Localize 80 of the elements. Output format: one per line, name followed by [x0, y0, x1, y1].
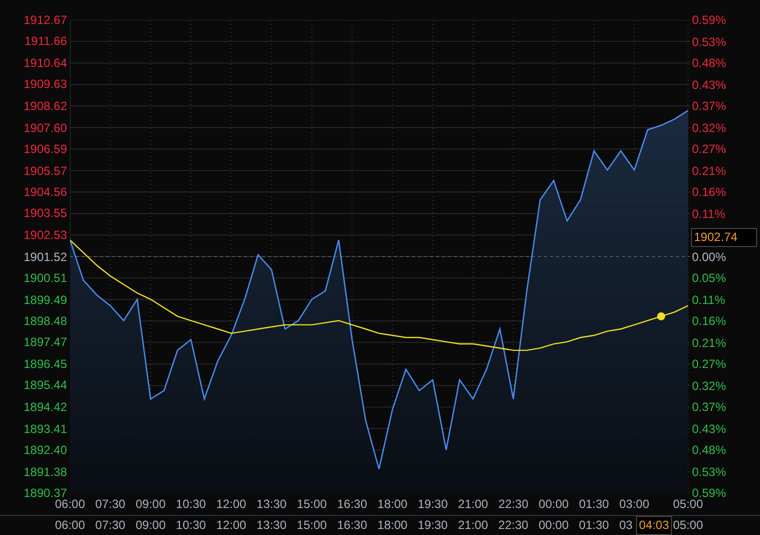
- axis-label: 1899.49: [24, 292, 67, 307]
- time-label: 15:00: [296, 517, 327, 534]
- time-label: 16:30: [337, 517, 368, 534]
- axis-label: 0.37%: [692, 99, 726, 113]
- time-label: 21:00: [458, 517, 488, 534]
- time-label: 01:30: [578, 517, 609, 534]
- axis-label: 0.21%: [692, 336, 726, 350]
- axis-label: 0.48%: [692, 56, 726, 70]
- axis-label: 1912.67: [24, 13, 67, 27]
- time-label: 10:30: [176, 517, 206, 534]
- time-label: 22:30: [498, 496, 528, 513]
- axis-label: 1901.52: [24, 250, 67, 264]
- axis-label: 1900.51: [24, 270, 67, 285]
- time-label: 10:30: [176, 496, 206, 513]
- axis-label: 1892.40: [24, 442, 67, 457]
- axis-label: 0.48%: [692, 443, 726, 457]
- time-label: 13:30: [256, 496, 287, 513]
- time-label: 05:00: [673, 497, 704, 513]
- time-label: 05:00: [673, 517, 704, 534]
- axis-label: 0.53%: [692, 34, 726, 48]
- axis-label: 1893.41: [24, 422, 67, 436]
- cursor-price-label: 1902.74: [691, 228, 757, 246]
- axis-label: 0.37%: [692, 400, 726, 414]
- time-label: 12:00: [216, 517, 246, 534]
- time-label: 00:00: [538, 517, 569, 534]
- time-label: 07:30: [95, 517, 126, 534]
- axis-label: 0.11%: [692, 292, 726, 306]
- axis-label: 0.32%: [692, 120, 726, 134]
- axis-label: 1909.63: [24, 77, 67, 92]
- time-label: 00:00: [538, 496, 569, 513]
- time-label: 22:30: [498, 517, 528, 534]
- axis-label: 1894.42: [24, 400, 67, 414]
- time-label: 09:00: [136, 496, 166, 513]
- axis-label: 0.43%: [692, 78, 726, 92]
- axis-label: 0.53%: [692, 464, 726, 478]
- cursor-time-label: 04:03: [636, 516, 672, 535]
- axis-label: 1911.66: [24, 34, 67, 48]
- axis-label: 1895.44: [24, 378, 67, 392]
- time-label: 19:30: [418, 496, 448, 513]
- axis-label: 0.27%: [692, 142, 726, 156]
- axis-label: 0.05%: [692, 271, 726, 285]
- axis-label: 0.27%: [692, 357, 726, 371]
- axis-label: 1896.45: [24, 357, 67, 372]
- axis-label: 0.16%: [692, 314, 726, 328]
- axis-label: 0.59%: [692, 486, 726, 500]
- time-label: 18:00: [377, 496, 408, 513]
- axis-label: 1906.59: [24, 142, 67, 156]
- time-label: 21:00: [458, 496, 488, 513]
- time-label: 07:30: [95, 496, 126, 513]
- time-label: 01:30: [578, 496, 609, 513]
- axis-label: 1910.64: [24, 56, 67, 70]
- time-label: 13:30: [256, 517, 287, 534]
- time-label: 06:00: [55, 517, 86, 534]
- axis-label: 1903.55: [24, 206, 67, 220]
- axis-label: 1898.48: [24, 314, 67, 328]
- axis-label: 1904.56: [24, 185, 67, 200]
- axis-label: 1891.38: [24, 464, 67, 479]
- time-label: 16:30: [337, 496, 368, 513]
- axis-label: 1897.47: [24, 335, 67, 350]
- axis-label: 0.43%: [692, 422, 726, 436]
- axis-label: 1908.62: [24, 98, 67, 113]
- time-label: 06:00: [55, 497, 86, 513]
- time-label: 12:00: [216, 496, 246, 513]
- time-label: 18:00: [377, 517, 408, 534]
- axis-label: 0.11%: [692, 206, 726, 220]
- cursor-dot: [657, 312, 666, 320]
- time-label: 19:30: [418, 517, 448, 534]
- axis-label: 0.21%: [692, 164, 726, 178]
- axis-label: 0.59%: [692, 13, 726, 27]
- axis-label: 1905.57: [24, 164, 67, 178]
- time-label: 15:00: [296, 496, 327, 513]
- time-label: 09:00: [136, 517, 166, 534]
- axis-label: 1902.53: [24, 228, 67, 242]
- axis-label: 0.00%: [692, 250, 726, 264]
- axis-label: 1890.37: [24, 486, 67, 500]
- time-label: 03:00: [619, 496, 650, 513]
- time-label: 03: [619, 517, 633, 534]
- axis-label: 1907.60: [24, 120, 67, 135]
- axis-label: 0.16%: [692, 185, 726, 199]
- axis-label: 0.32%: [692, 378, 726, 392]
